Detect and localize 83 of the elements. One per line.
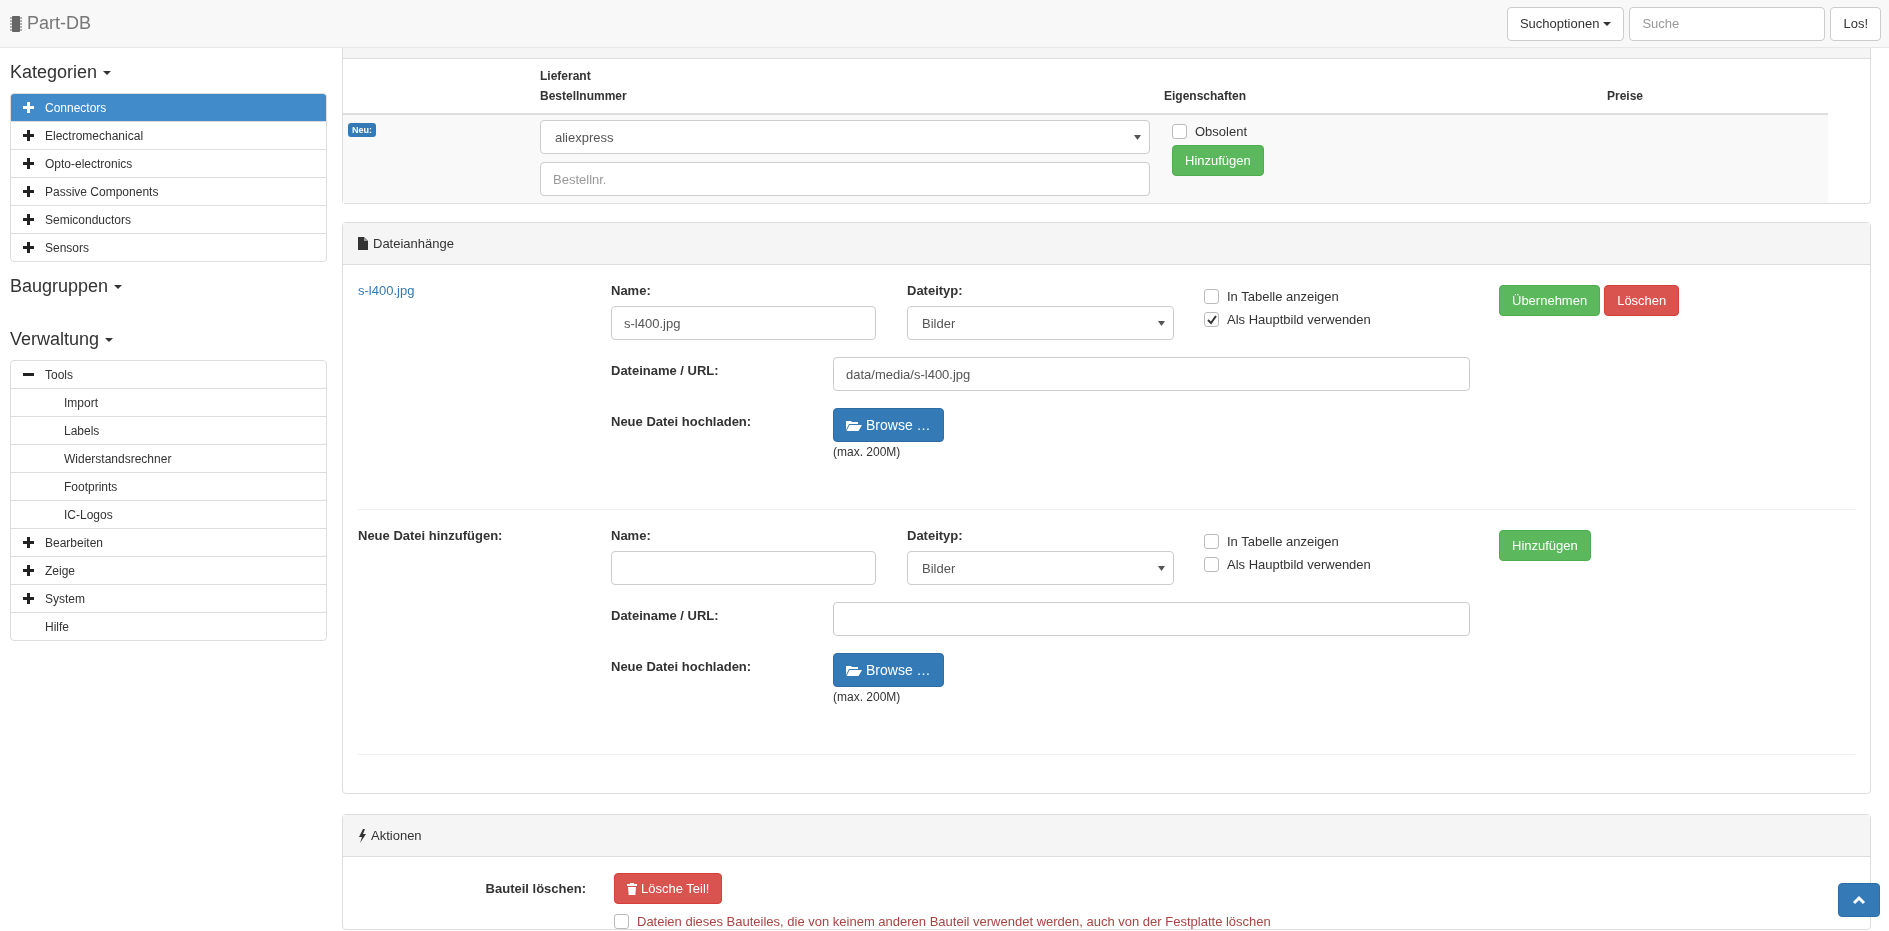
check-icon: [1205, 314, 1218, 325]
search-field[interactable]: Suche: [1629, 6, 1826, 41]
delete-button[interactable]: Löschen: [1604, 285, 1680, 316]
caret-icon: [103, 70, 112, 75]
max-size-note: (max. 200M): [833, 690, 902, 704]
file-link[interactable]: s-l400.jpg: [358, 283, 415, 298]
chip-icon: [10, 15, 22, 32]
form-label: Bauteil löschen:: [484, 880, 587, 898]
tree-item[interactable]: Zeige: [11, 556, 326, 584]
tree-item[interactable]: Footprints: [11, 472, 326, 500]
name-field[interactable]: [611, 551, 876, 585]
tree-item[interactable]: Bearbeiten: [11, 528, 326, 556]
folder-icon: [846, 664, 862, 676]
folder-icon: [846, 419, 862, 431]
form-label: Neue Datei hochladen:: [611, 413, 753, 431]
checkbox-label: Als Hauptbild verwenden: [1227, 557, 1371, 572]
caret-icon: [1134, 134, 1141, 140]
caret-icon: [114, 284, 123, 289]
caret-icon: [1158, 320, 1165, 326]
tree-item[interactable]: Electromechanical: [11, 121, 326, 149]
panel-title: Aktionen: [371, 828, 422, 843]
scroll-to-top-button[interactable]: [1838, 883, 1880, 917]
checkbox[interactable]: [1204, 312, 1219, 327]
tree-item[interactable]: Connectors: [11, 94, 326, 121]
caret-icon: [1603, 21, 1612, 26]
search-button[interactable]: Los!: [1830, 6, 1881, 41]
max-size-note: (max. 200M): [833, 445, 902, 459]
bolt-icon: [358, 828, 366, 843]
url-field[interactable]: [833, 602, 1470, 636]
form-label: Name:: [611, 528, 652, 543]
select-field[interactable]: Bilder: [907, 551, 1174, 585]
select-field[interactable]: Bilder: [907, 306, 1174, 340]
section-dropdown[interactable]: Baugruppen: [10, 276, 327, 297]
browse-button[interactable]: Browse …: [833, 408, 944, 442]
tree-item[interactable]: Opto-electronics: [11, 149, 326, 177]
checkbox[interactable]: [1172, 124, 1187, 139]
form-label: Dateityp:: [907, 283, 964, 298]
search-options-button[interactable]: Suchoptionen: [1506, 6, 1625, 41]
tree-item[interactable]: Semiconductors: [11, 205, 326, 233]
checkbox-label: Obsolent: [1195, 124, 1248, 139]
checkbox-label: Dateien dieses Bauteiles, die von keinem anderen Bauteil verwendet werden, auch von der Festplatte löschen: [637, 914, 1271, 929]
tree-item[interactable]: Tools: [11, 361, 326, 388]
form-label: Dateiname / URL:: [611, 607, 720, 625]
tree-item[interactable]: Labels: [11, 416, 326, 444]
delete-part-button[interactable]: Lösche Teil!: [614, 873, 723, 904]
url-field[interactable]: data/media/s-l400.jpg: [833, 357, 1470, 391]
tree-item[interactable]: Passive Components: [11, 177, 326, 205]
form-label: Dateityp:: [907, 528, 964, 543]
new-badge: Neu:: [348, 123, 376, 137]
panel-title: Dateianhänge: [373, 236, 454, 251]
file-icon: [358, 237, 368, 250]
tree-item[interactable]: System: [11, 584, 326, 612]
trash-icon: [627, 882, 637, 895]
form-label: Neue Datei hinzufügen:: [358, 528, 504, 543]
name-field[interactable]: s-l400.jpg: [611, 306, 876, 340]
browse-button[interactable]: Browse …: [833, 653, 944, 687]
tree-item[interactable]: Sensors: [11, 233, 326, 261]
checkbox[interactable]: [1204, 534, 1219, 549]
checkbox[interactable]: [1204, 289, 1219, 304]
caret-icon: [105, 337, 114, 342]
form-label: Name:: [611, 283, 652, 298]
checkbox-label: In Tabelle anzeigen: [1227, 534, 1339, 549]
brand-logo[interactable]: Part-DB: [10, 13, 91, 34]
caret-icon: [1158, 565, 1165, 571]
section-dropdown[interactable]: Kategorien: [10, 62, 327, 83]
tree-item[interactable]: Import: [11, 388, 326, 416]
tree-item[interactable]: Hilfe: [11, 612, 326, 640]
form-label: Dateiname / URL:: [611, 362, 720, 380]
form-label: Neue Datei hochladen:: [611, 658, 753, 676]
checkbox[interactable]: [614, 914, 629, 929]
checkbox[interactable]: [1204, 557, 1219, 572]
order-number-field[interactable]: Bestellnr.: [540, 162, 1150, 196]
tree-item[interactable]: IC-Logos: [11, 500, 326, 528]
select-field[interactable]: aliexpress: [540, 120, 1150, 154]
checkbox-label: Als Hauptbild verwenden: [1227, 312, 1371, 327]
tree-item[interactable]: Widerstandsrechner: [11, 444, 326, 472]
column-header: Bestellnummer: [540, 88, 628, 105]
column-header: Eigenschaften: [1164, 88, 1248, 105]
section-dropdown[interactable]: Verwaltung: [10, 329, 327, 350]
column-header: Lieferant: [540, 68, 592, 85]
chevron-up-icon: [1852, 895, 1866, 905]
checkbox-label: In Tabelle anzeigen: [1227, 289, 1339, 304]
column-header: Preise: [1607, 88, 1645, 105]
